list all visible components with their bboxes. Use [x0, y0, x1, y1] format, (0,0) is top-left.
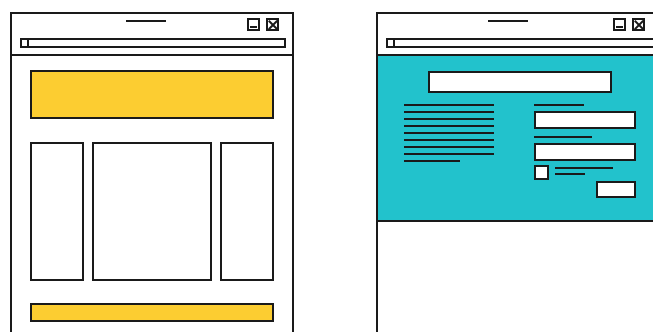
right-sidebar-column: [220, 142, 274, 281]
form-wireframe-window: [376, 12, 653, 332]
minimize-icon[interactable]: [613, 18, 626, 31]
submit-button[interactable]: [596, 181, 636, 198]
text-line: [404, 146, 494, 148]
checkbox[interactable]: [534, 165, 549, 180]
field-label-line: [534, 104, 584, 106]
checkbox-label-line: [555, 173, 585, 175]
text-line: [404, 153, 494, 155]
text-line: [404, 125, 494, 127]
hero-title-bar: [428, 71, 612, 93]
footer-block: [30, 303, 274, 322]
form-input-field[interactable]: [534, 111, 636, 129]
form-input-field[interactable]: [534, 143, 636, 161]
header-block: [30, 70, 274, 119]
address-bar[interactable]: [20, 38, 286, 48]
address-bar[interactable]: [386, 38, 653, 48]
left-sidebar-column: [30, 142, 84, 281]
text-line: [404, 104, 494, 106]
window-titlebar: [12, 14, 292, 56]
hero-section: [378, 56, 653, 222]
close-icon[interactable]: [266, 18, 279, 31]
text-line: [404, 132, 494, 134]
layout-wireframe-window: [10, 12, 294, 332]
text-line: [404, 111, 494, 113]
checkbox-label-line: [555, 167, 613, 169]
close-icon[interactable]: [632, 18, 645, 31]
minimize-icon[interactable]: [247, 18, 260, 31]
window-titlebar: [378, 14, 653, 56]
address-cursor: [27, 38, 29, 48]
text-line: [404, 160, 460, 162]
window-title-line: [488, 20, 528, 22]
text-line: [404, 118, 494, 120]
window-title-line: [126, 20, 166, 22]
address-cursor: [393, 38, 395, 48]
main-content-column: [92, 142, 212, 281]
text-line: [404, 139, 494, 141]
field-label-line: [534, 136, 592, 138]
